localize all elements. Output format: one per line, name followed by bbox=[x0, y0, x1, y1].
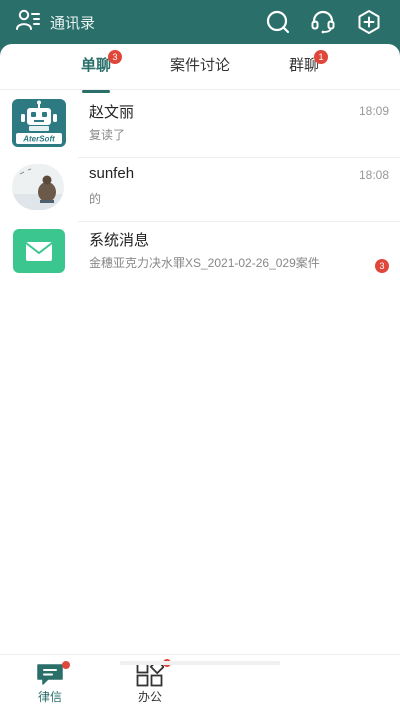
home-indicator bbox=[120, 661, 280, 665]
top-header: 通讯录 bbox=[0, 0, 400, 44]
contacts-button[interactable]: 通讯录 bbox=[16, 9, 96, 36]
contact-name: 系统消息 bbox=[89, 232, 150, 249]
nav-label: 律信 bbox=[37, 690, 62, 704]
tab-single-chat[interactable]: 单聊 3 bbox=[70, 44, 122, 93]
message-preview: 的 bbox=[89, 192, 102, 206]
headset-icon[interactable] bbox=[310, 9, 336, 35]
message-preview: 复读了 bbox=[89, 128, 126, 142]
contact-name: sunfeh bbox=[89, 165, 135, 182]
tab-label: 单聊 bbox=[80, 57, 111, 74]
chat-icon bbox=[36, 663, 64, 690]
robot-avatar: AterSoft bbox=[12, 99, 66, 147]
active-tab-indicator bbox=[82, 90, 110, 93]
message-time: 18:08 bbox=[358, 168, 389, 182]
main-sheet: 单聊 3 案件讨论 群聊 1 AterSoft 赵文丽 18:09 复读了 su… bbox=[0, 44, 400, 711]
tab-group-chat[interactable]: 群聊 1 bbox=[278, 44, 330, 90]
nav-item-lvxin[interactable]: 律信 bbox=[20, 655, 80, 711]
contact-name: 赵文丽 bbox=[89, 104, 135, 121]
message-time: 18:09 bbox=[358, 104, 389, 118]
tab-badge: 1 bbox=[314, 50, 328, 64]
contacts-label: 通讯录 bbox=[50, 14, 96, 32]
search-icon[interactable] bbox=[265, 9, 291, 35]
message-preview: 金穗亚克力决水罪XS_2021-02-26_029案件 bbox=[89, 256, 320, 270]
tab-label: 案件讨论 bbox=[169, 57, 230, 74]
conversation-list: AterSoft 赵文丽 18:09 复读了 sunfeh 18:08 的 系统… bbox=[0, 94, 400, 286]
conversation-row[interactable]: AterSoft 赵文丽 18:09 复读了 bbox=[0, 94, 400, 158]
tab-case-discussion[interactable]: 案件讨论 bbox=[162, 44, 238, 90]
nav-label: 办公 bbox=[137, 690, 162, 704]
avatar-logo-text: AterSoft bbox=[22, 135, 55, 144]
tab-badge: 3 bbox=[108, 50, 122, 64]
conversation-row[interactable]: 系统消息 金穗亚克力决水罪XS_2021-02-26_029案件 3 bbox=[0, 222, 400, 286]
unread-badge: 3 bbox=[375, 259, 389, 273]
chat-tabs: 单聊 3 案件讨论 群聊 1 bbox=[0, 44, 400, 93]
notification-dot bbox=[62, 661, 70, 669]
envelope-avatar bbox=[13, 229, 65, 273]
conversation-row[interactable]: sunfeh 18:08 的 bbox=[0, 158, 400, 222]
contacts-icon bbox=[16, 9, 40, 36]
photo-avatar bbox=[12, 164, 64, 210]
add-icon[interactable] bbox=[356, 9, 382, 35]
